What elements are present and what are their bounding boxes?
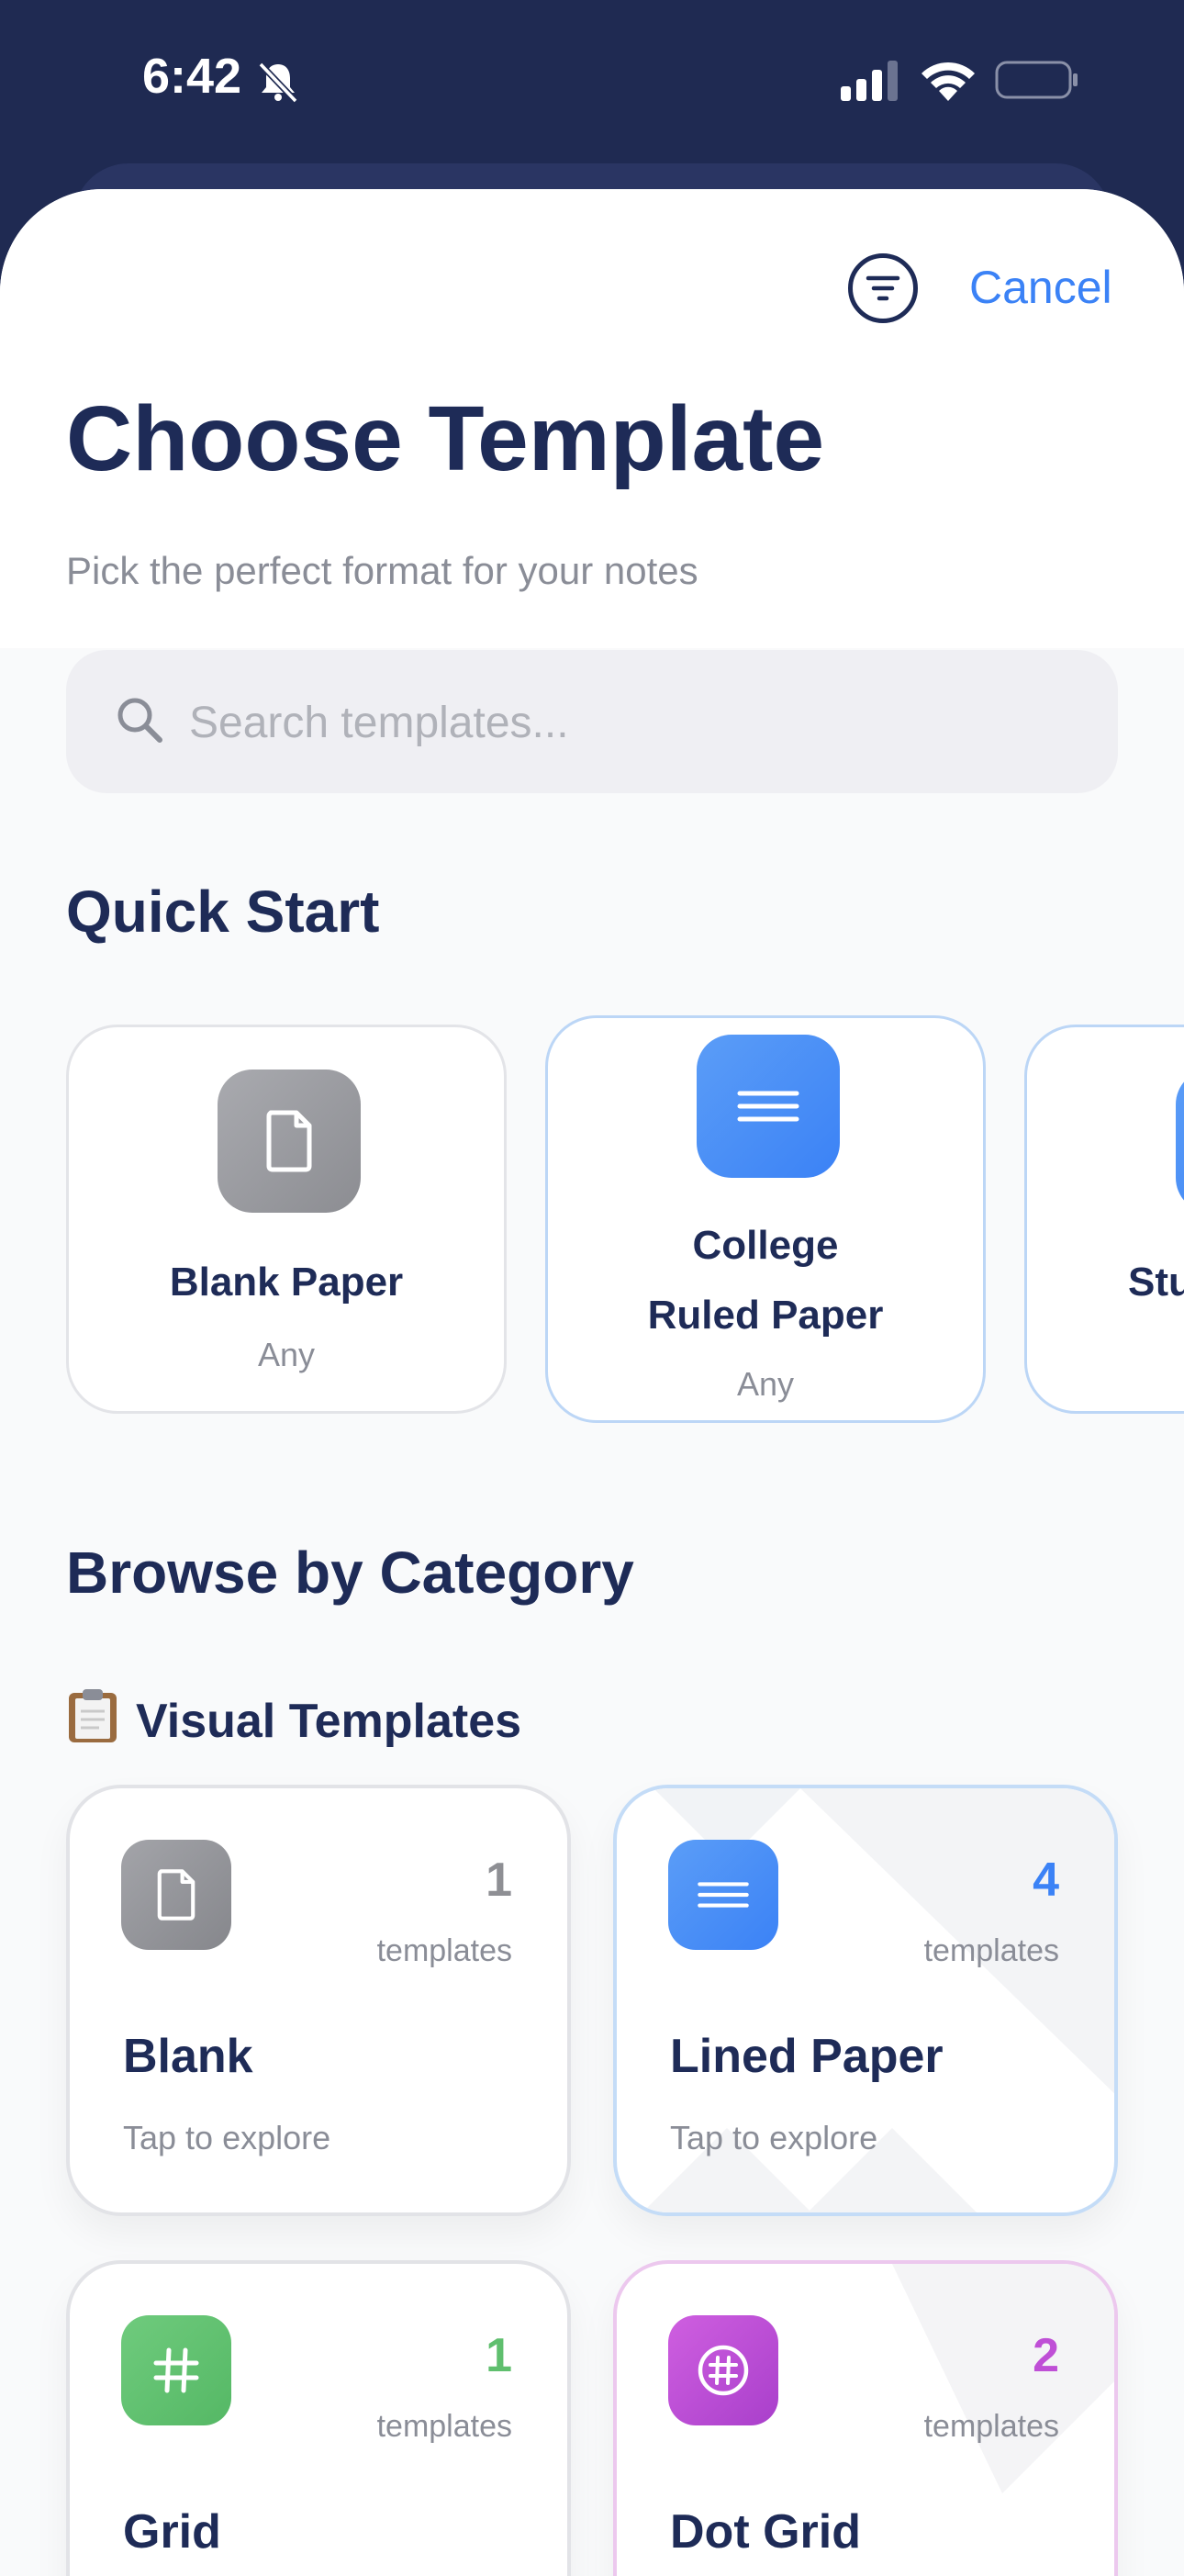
search-bar[interactable]: [66, 650, 1118, 793]
visual-templates-label: Visual Templates: [66, 1687, 521, 1749]
category-unit: templates: [376, 1933, 512, 1968]
quick-start-name: Stu: [1128, 1260, 1184, 1305]
category-name: Dot Grid: [670, 2505, 861, 2559]
category-count: 1: [486, 1854, 512, 1907]
category-unit: templates: [376, 2409, 512, 2444]
category-tap-hint: Tap to explore: [123, 2119, 331, 2156]
category-card-lined-paper[interactable]: 4 templates Lined Paper Tap to explore: [613, 1785, 1118, 2216]
category-card-grid[interactable]: 1 templates Grid: [66, 2260, 571, 2576]
page-title: Choose Template: [66, 387, 825, 490]
quick-start-name: Blank Paper: [169, 1260, 404, 1305]
quick-start-sub: Any: [257, 1336, 316, 1373]
visual-templates-text: Visual Templates: [136, 1695, 522, 1748]
category-unit: templates: [923, 2409, 1059, 2444]
filter-icon: [866, 275, 900, 301]
quick-start-card-study[interactable]: Stu: [1024, 1025, 1184, 1414]
lines-icon: [697, 1035, 840, 1178]
quick-start-name-line2: Ruled Paper: [647, 1293, 884, 1338]
template-picker-modal: Cancel Choose Template Pick the perfect …: [0, 189, 1184, 2576]
category-name: Blank: [123, 2030, 253, 2083]
clipboard-icon: [69, 1689, 117, 1742]
lines-icon: [668, 1840, 778, 1950]
search-input[interactable]: [187, 678, 1072, 767]
category-count: 4: [1033, 1854, 1059, 1907]
cellular-signal-icon: [841, 61, 898, 101]
category-count: 1: [486, 2329, 512, 2382]
quick-start-name-line1: College: [692, 1223, 839, 1268]
wifi-icon: [922, 62, 975, 101]
dot-grid-icon: [668, 2315, 778, 2425]
document-icon: [121, 1840, 231, 1950]
document-icon: [218, 1070, 361, 1213]
quick-start-sub: Any: [736, 1365, 795, 1403]
category-count: 2: [1033, 2329, 1059, 2382]
browse-title: Browse by Category: [66, 1540, 634, 1606]
category-unit: templates: [923, 1933, 1059, 1968]
search-icon: [117, 698, 162, 743]
category-tap-hint: Tap to explore: [670, 2119, 878, 2156]
hash-icon: [121, 2315, 231, 2425]
category-card-dot-grid[interactable]: 2 templates Dot Grid: [613, 2260, 1118, 2576]
filter-button[interactable]: [848, 253, 918, 323]
status-time: 6:42: [142, 49, 242, 104]
quick-start-card-college-ruled[interactable]: College Ruled Paper Any: [545, 1015, 986, 1423]
lines-icon: [1176, 1070, 1184, 1213]
category-name: Lined Paper: [670, 2030, 944, 2083]
quick-start-card-blank-paper[interactable]: Blank Paper Any: [66, 1025, 507, 1414]
cancel-button[interactable]: Cancel: [969, 261, 1112, 314]
page-subtitle: Pick the perfect format for your notes: [66, 549, 698, 592]
category-name: Grid: [123, 2505, 221, 2559]
quick-start-title: Quick Start: [66, 879, 380, 945]
battery-icon: [995, 61, 1078, 99]
bell-muted-icon: [258, 62, 298, 104]
category-card-blank[interactable]: 1 templates Blank Tap to explore: [66, 1785, 571, 2216]
